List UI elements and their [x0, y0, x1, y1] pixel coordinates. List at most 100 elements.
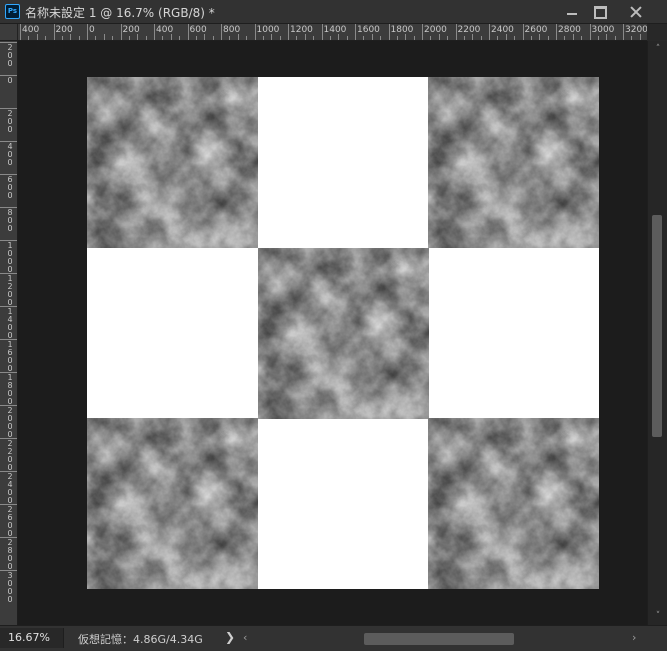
ruler-origin-corner[interactable]	[0, 24, 18, 41]
ruler-label: 1000	[256, 25, 280, 35]
ruler-minor-tick	[246, 36, 248, 40]
vertical-scrollbar[interactable]: ˄ ˅	[647, 41, 667, 625]
ruler-major-tick	[187, 24, 189, 40]
ruler-minor-tick	[204, 34, 206, 40]
clouds-tile	[87, 77, 258, 248]
ruler-minor-tick	[170, 34, 172, 40]
ruler-major-tick	[455, 24, 457, 40]
horizontal-scrollbar[interactable]	[256, 633, 626, 645]
ruler-label: 1600	[357, 25, 380, 35]
ruler-minor-tick	[413, 36, 415, 40]
ruler-label: 1200	[290, 25, 313, 35]
ruler-label: 0	[7, 76, 13, 85]
ruler-minor-tick	[497, 36, 499, 40]
ruler-label: 600	[7, 175, 13, 200]
ruler-major-tick	[388, 24, 390, 40]
ruler-minor-tick	[279, 36, 281, 40]
ruler-minor-tick	[380, 36, 382, 40]
ruler-label: 2800	[7, 538, 13, 571]
clouds-tile	[87, 418, 258, 589]
ruler-minor-tick	[262, 36, 264, 40]
canvas-area[interactable]	[18, 41, 647, 625]
ruler-minor-tick	[514, 36, 516, 40]
ruler-minor-tick	[296, 36, 298, 40]
scroll-right-icon[interactable]: ›	[632, 631, 636, 644]
ruler-major-tick	[522, 24, 524, 40]
ruler-minor-tick	[396, 36, 398, 40]
ruler-minor-tick	[212, 36, 214, 40]
document-tab-title[interactable]: 名称未設定 1 @ 16.7% (RGB/8) *	[25, 4, 215, 21]
ruler-label: 1800	[390, 25, 414, 35]
ruler-minor-tick	[313, 36, 315, 40]
memory-info: 仮想記憶：4.86G/4.34G	[78, 633, 203, 646]
close-button[interactable]	[620, 0, 652, 23]
ruler-minor-tick	[112, 36, 114, 40]
ruler-major-tick	[254, 24, 256, 40]
vertical-scroll-thumb[interactable]	[652, 215, 662, 437]
ruler-major-tick	[489, 24, 490, 40]
ruler-minor-tick	[530, 36, 532, 40]
ruler-minor-tick	[371, 34, 373, 40]
ruler-label: 3000	[7, 571, 13, 604]
scroll-down-icon[interactable]: ˅	[653, 611, 663, 621]
ruler-minor-tick	[195, 36, 197, 40]
status-menu-arrow-icon[interactable]: ❯	[225, 630, 235, 644]
ruler-minor-tick	[28, 36, 30, 40]
ruler-minor-tick	[229, 36, 231, 40]
ruler-label: 800	[7, 208, 13, 233]
ruler-minor-tick	[70, 34, 72, 40]
ruler-label: 2600	[524, 25, 548, 35]
ruler-label: 1400	[7, 307, 13, 340]
vertical-ruler[interactable]: 200 0 200 400 600 800 1000 1200 1400 1600 1800 2000…	[0, 41, 18, 625]
ruler-minor-tick	[271, 34, 273, 40]
horizontal-scroll-thumb[interactable]	[364, 633, 514, 645]
photoshop-icon: Ps	[5, 4, 20, 19]
ruler-minor-tick	[631, 36, 633, 40]
ruler-label: 3000	[591, 25, 615, 35]
ruler-minor-tick	[438, 34, 440, 40]
ruler-minor-tick	[103, 34, 105, 40]
ruler-label: 200	[7, 43, 13, 68]
zoom-level-field[interactable]: 16.67%	[0, 628, 64, 648]
ruler-minor-tick	[95, 36, 97, 40]
ruler-major-tick	[556, 24, 557, 40]
clouds-tile	[258, 248, 429, 419]
ruler-major-tick	[288, 24, 289, 40]
ruler-minor-tick	[162, 36, 164, 40]
ruler-minor-tick	[363, 36, 365, 40]
horizontal-ruler[interactable]: 400 200 0 200 400 600 800 1000 1200 1400 1600 1800 2…	[0, 24, 647, 41]
ruler-minor-tick	[505, 34, 507, 40]
ruler-major-tick	[355, 24, 356, 40]
ruler-label: 1200	[7, 274, 13, 307]
clouds-tile	[428, 418, 599, 589]
ruler-major-tick	[53, 24, 55, 40]
ruler-major-tick	[20, 24, 21, 40]
clouds-texture	[87, 418, 258, 589]
scroll-up-icon[interactable]: ˄	[653, 44, 663, 54]
ruler-minor-tick	[430, 36, 432, 40]
ruler-label: 0	[89, 25, 95, 35]
status-bar: 16.67% 仮想記憶：4.86G/4.34G ❯ ‹ ›	[0, 625, 667, 651]
ruler-minor-tick	[61, 36, 63, 40]
ruler-label: 2200	[7, 439, 13, 472]
ruler-label: 200	[7, 109, 13, 134]
ruler-minor-tick	[346, 36, 348, 40]
ruler-major-tick	[589, 24, 591, 40]
ruler-major-tick	[87, 24, 88, 40]
ruler-minor-tick	[639, 34, 641, 40]
ruler-minor-tick	[572, 34, 574, 40]
scroll-left-icon[interactable]: ‹	[243, 631, 247, 644]
ruler-minor-tick	[179, 36, 181, 40]
ruler-major-tick	[221, 24, 222, 40]
document-canvas[interactable]	[87, 77, 599, 589]
clouds-tile	[428, 77, 599, 248]
ruler-label: 2600	[7, 505, 13, 538]
ruler-minor-tick	[45, 36, 47, 40]
ruler-label: 2800	[558, 25, 581, 35]
ruler-label: 1800	[7, 373, 13, 406]
ruler-minor-tick	[480, 36, 482, 40]
ruler-minor-tick	[614, 36, 616, 40]
maximize-button[interactable]	[584, 0, 616, 23]
ruler-minor-tick	[145, 36, 147, 40]
ruler-major-tick	[120, 24, 122, 40]
